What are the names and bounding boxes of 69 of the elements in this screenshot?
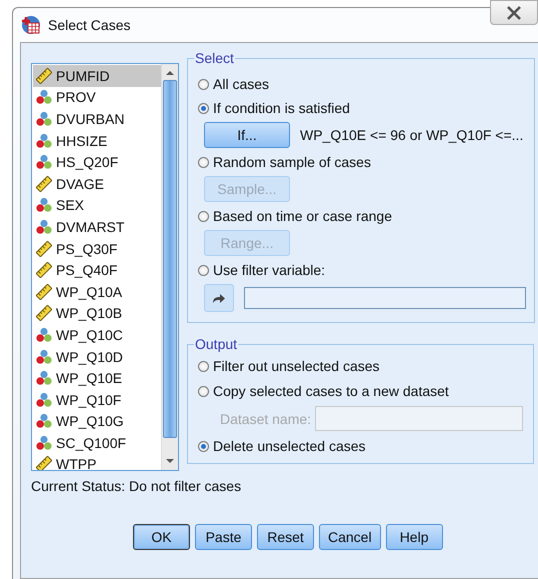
- variable-item[interactable]: DVAGE: [33, 172, 161, 195]
- group-title: Output: [194, 336, 238, 352]
- three-balls-icon: [36, 110, 52, 127]
- radio-button[interactable]: [198, 156, 209, 168]
- three-balls-icon: [36, 197, 52, 214]
- three-balls-icon: [36, 348, 52, 365]
- close-icon: [505, 6, 523, 20]
- close-button[interactable]: [490, 0, 538, 25]
- dataset-name-label: Dataset name:: [220, 410, 312, 426]
- variable-item[interactable]: WP_Q10G: [33, 410, 161, 432]
- move-button[interactable]: [204, 284, 234, 312]
- three-balls-icon: [36, 218, 52, 235]
- option-label: Delete unselected cases: [213, 438, 366, 454]
- option-label: Copy selected cases to a new dataset: [213, 383, 449, 399]
- option-label: If condition is satisfied: [213, 100, 350, 116]
- radio-button[interactable]: [198, 360, 209, 372]
- three-balls-icon: [36, 434, 52, 451]
- three-balls-icon: [36, 392, 52, 408]
- variable-item[interactable]: DVMARST: [33, 216, 161, 238]
- variable-item[interactable]: PUMFID: [33, 65, 161, 87]
- condition-text: WP_Q10E <= 96 or WP_Q10F <=...: [300, 127, 524, 143]
- variable-item[interactable]: HS_Q20F: [33, 151, 161, 173]
- radio-button[interactable]: [198, 386, 209, 396]
- three-balls-icon: [36, 413, 52, 430]
- variable-item[interactable]: PROV: [33, 86, 161, 108]
- filter-variable-field[interactable]: [244, 287, 526, 309]
- variable-item[interactable]: SC_Q100F: [33, 432, 161, 454]
- ruler-icon: [36, 68, 52, 84]
- right-arrow-icon: [212, 292, 226, 304]
- variable-item[interactable]: WP_Q10B: [33, 302, 161, 324]
- variable-item[interactable]: WP_Q10C: [33, 324, 161, 346]
- variable-item[interactable]: SEX: [33, 194, 161, 216]
- option-label: Random sample of cases: [213, 154, 371, 170]
- condition-button[interactable]: If...: [204, 122, 290, 148]
- group-title: Select: [194, 50, 235, 66]
- three-balls-icon: [36, 132, 52, 149]
- dialog-button[interactable]: Help: [386, 524, 443, 550]
- radio-button[interactable]: [198, 264, 209, 276]
- radio-button[interactable]: [198, 440, 209, 452]
- three-balls-icon: [36, 370, 52, 386]
- window-title: Select Cases: [48, 17, 130, 33]
- dialog-button[interactable]: Cancel: [319, 524, 381, 550]
- dialog-button[interactable]: Paste: [195, 524, 252, 550]
- radio-button[interactable]: [198, 78, 209, 90]
- variable-item[interactable]: PS_Q30F: [33, 238, 161, 260]
- radio-button[interactable]: [198, 210, 209, 222]
- variable-item[interactable]: WTPP: [33, 454, 161, 470]
- ruler-icon: [36, 456, 52, 470]
- variable-item[interactable]: HHSIZE: [33, 130, 161, 152]
- scrollbar[interactable]: [161, 64, 178, 470]
- three-balls-icon: [36, 326, 52, 343]
- option-label: Filter out unselected cases: [213, 358, 380, 374]
- variable-item[interactable]: WP_Q10E: [33, 367, 161, 389]
- option-label: Use filter variable:: [213, 262, 326, 278]
- variable-item[interactable]: DVURBAN: [33, 108, 161, 130]
- three-balls-icon: [36, 89, 52, 106]
- variable-item[interactable]: PS_Q40F: [33, 259, 161, 281]
- variable-item[interactable]: WP_Q10D: [33, 346, 161, 368]
- variable-item[interactable]: WP_Q10F: [33, 388, 161, 410]
- app-icon: [21, 15, 41, 35]
- three-balls-icon: [36, 154, 52, 170]
- status-text: Current Status: Do not filter cases: [31, 478, 242, 494]
- dialog-button[interactable]: Reset: [257, 524, 314, 550]
- option-label: Based on time or case range: [213, 208, 392, 224]
- radio-button[interactable]: [198, 102, 209, 114]
- option-label: All cases: [213, 76, 270, 92]
- variable-item[interactable]: WP_Q10A: [33, 280, 161, 303]
- dialog-button[interactable]: OK: [133, 524, 190, 550]
- scroll-thumb[interactable]: [163, 80, 177, 438]
